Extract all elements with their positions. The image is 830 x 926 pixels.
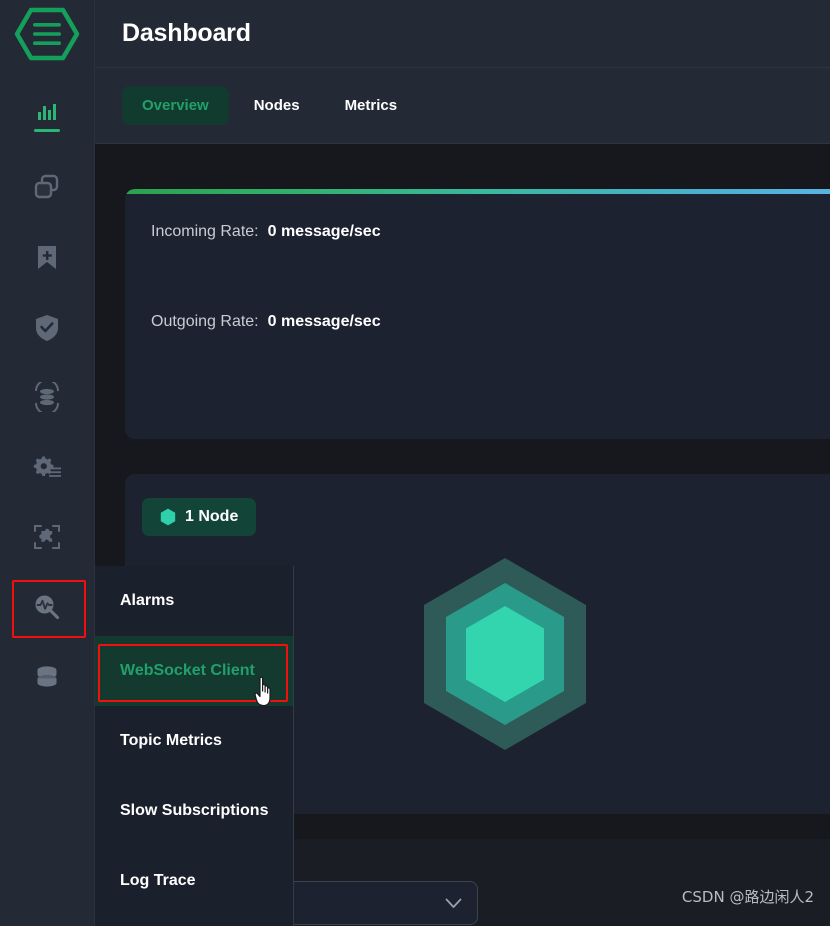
menu-item-topic-metrics[interactable]: Topic Metrics bbox=[95, 706, 293, 776]
menu-item-alarms[interactable]: Alarms bbox=[95, 566, 293, 636]
sidebar-active-indicator bbox=[34, 129, 60, 132]
tab-metrics[interactable]: Metrics bbox=[325, 86, 418, 125]
puzzle-frame-icon bbox=[32, 522, 62, 552]
bookmark-plus-icon bbox=[33, 242, 61, 272]
menu-item-slow-subscriptions[interactable]: Slow Subscriptions bbox=[95, 776, 293, 846]
bar-chart-icon bbox=[35, 102, 59, 124]
menu-item-log-trace[interactable]: Log Trace bbox=[95, 846, 293, 916]
diagnose-flyout-menu: Alarms WebSocket Client Topic Metrics Sl… bbox=[95, 566, 294, 926]
node-count-badge[interactable]: 1 Node bbox=[142, 498, 257, 536]
sidebar-item-topics[interactable] bbox=[0, 222, 94, 292]
menu-item-websocket-client[interactable]: WebSocket Client bbox=[95, 636, 293, 706]
nested-hexagon-graphic-icon bbox=[424, 558, 586, 750]
watermark: CSDN @路边闲人2 bbox=[681, 888, 814, 906]
emqx-hexagon-logo-icon bbox=[14, 7, 80, 61]
node-count-label: 1 Node bbox=[185, 508, 239, 525]
page-title: Dashboard bbox=[122, 19, 251, 47]
outgoing-rate-label: Outgoing Rate: bbox=[151, 313, 259, 330]
outgoing-rate-row: Outgoing Rate: 0 message/sec bbox=[125, 241, 830, 331]
incoming-rate-value: 0 message/sec bbox=[267, 223, 381, 240]
database-disks-icon bbox=[32, 663, 62, 691]
gear-flow-icon bbox=[32, 453, 62, 481]
sidebar-item-management[interactable] bbox=[0, 642, 94, 712]
sidebar-item-rule-engine[interactable] bbox=[0, 432, 94, 502]
sidebar-item-data-integration[interactable] bbox=[0, 362, 94, 432]
card-gradient-bar bbox=[125, 189, 830, 194]
tab-nodes[interactable]: Nodes bbox=[234, 86, 320, 125]
rates-card: Incoming Rate: 0 message/sec Outgoing Ra… bbox=[125, 189, 830, 439]
sidebar-item-monitoring[interactable] bbox=[0, 82, 94, 152]
sidebar-item-access-control[interactable] bbox=[0, 292, 94, 362]
incoming-rate-row: Incoming Rate: 0 message/sec bbox=[125, 189, 830, 241]
tab-overview[interactable]: Overview bbox=[122, 86, 229, 125]
sidebar bbox=[0, 0, 95, 926]
page-header: Dashboard bbox=[95, 0, 830, 68]
filter-select[interactable] bbox=[285, 881, 478, 925]
outgoing-rate-value: 0 message/sec bbox=[267, 313, 381, 330]
app-logo[interactable] bbox=[0, 0, 94, 68]
tab-bar: Overview Nodes Metrics bbox=[95, 68, 830, 144]
hexagon-dot-icon bbox=[160, 508, 176, 526]
shield-check-icon bbox=[33, 312, 61, 342]
copy-layers-icon bbox=[32, 172, 62, 202]
app-root: Dashboard Overview Nodes Metrics Incomin… bbox=[0, 0, 830, 926]
magnifier-pulse-icon bbox=[32, 592, 62, 622]
sidebar-item-diagnose[interactable] bbox=[0, 572, 94, 642]
chevron-down-icon bbox=[445, 898, 462, 908]
database-stack-icon bbox=[32, 379, 62, 415]
sidebar-item-clients[interactable] bbox=[0, 152, 94, 222]
incoming-rate-label: Incoming Rate: bbox=[151, 223, 259, 240]
sidebar-nav bbox=[0, 68, 94, 712]
sidebar-item-extensions[interactable] bbox=[0, 502, 94, 572]
